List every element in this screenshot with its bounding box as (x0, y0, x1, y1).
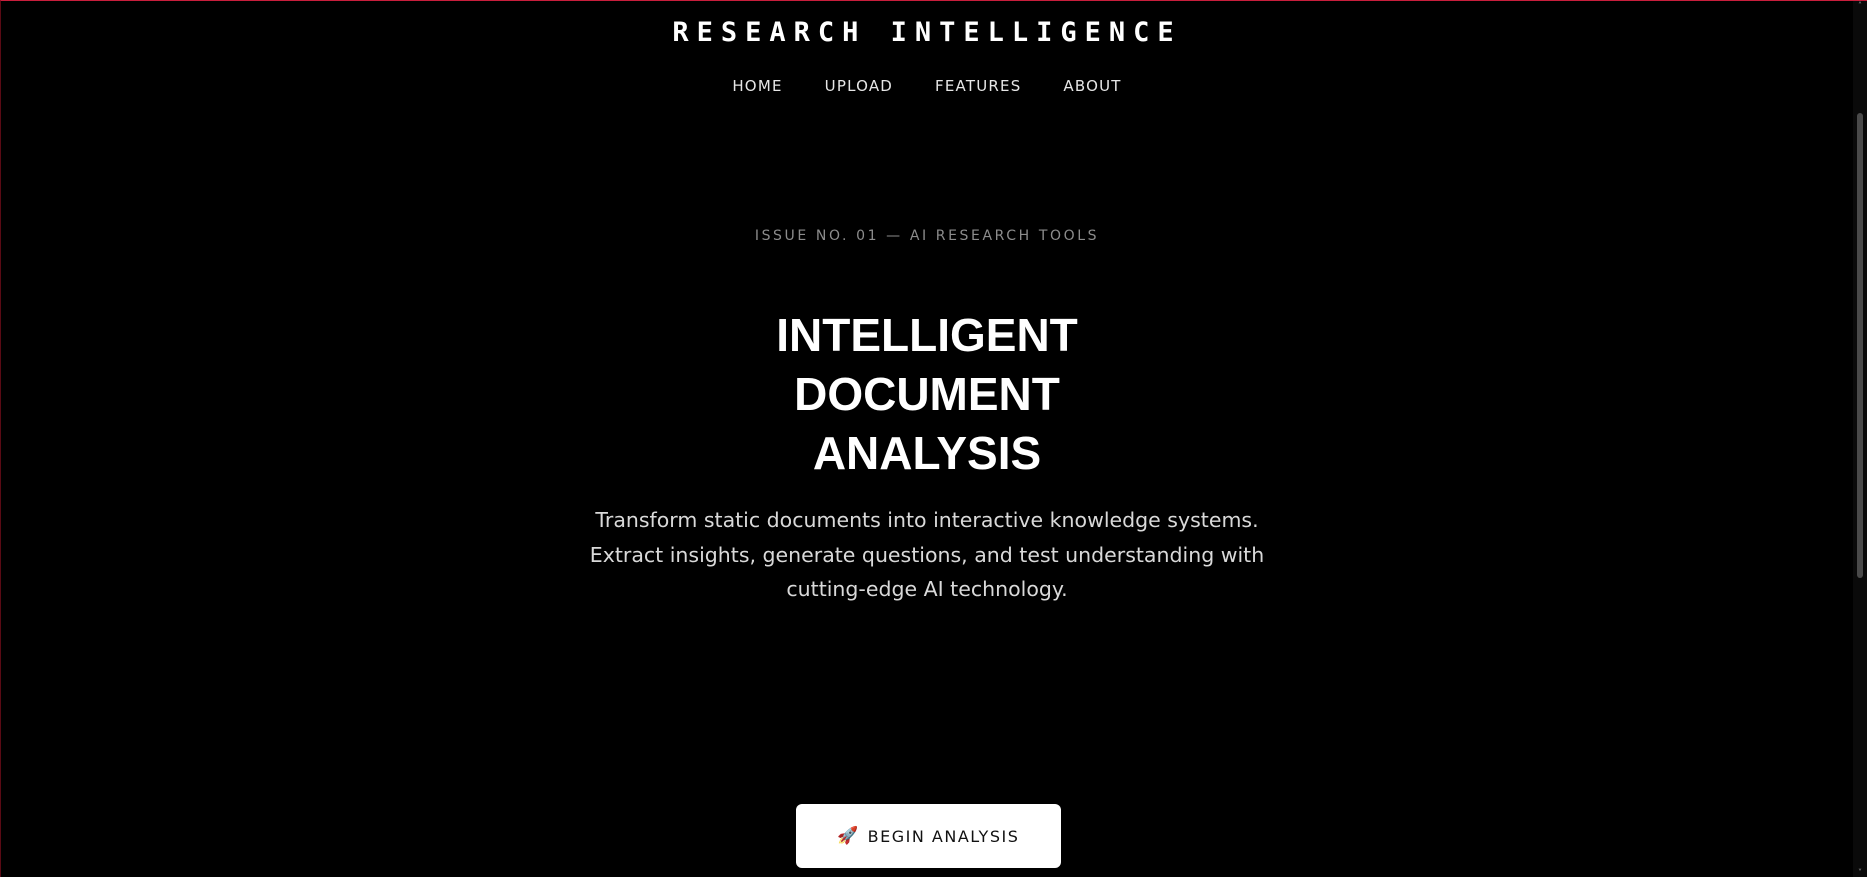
headline-line-2: DOCUMENT (794, 368, 1060, 420)
begin-analysis-label: BEGIN ANALYSIS (867, 826, 1020, 846)
begin-analysis-button[interactable]: 🚀 BEGIN ANALYSIS (796, 804, 1061, 868)
nav-item-upload[interactable]: UPLOAD (825, 77, 893, 95)
rocket-icon: 🚀 (837, 826, 859, 845)
nav-item-home[interactable]: HOME (732, 77, 782, 95)
nav-item-about[interactable]: ABOUT (1063, 77, 1121, 95)
issue-label: ISSUE NO. 01 — AI RESEARCH TOOLS (754, 228, 1100, 244)
scroll-up-icon[interactable]: ˄ (1853, 1, 1867, 11)
headline-line-3: ANALYSIS (812, 427, 1042, 479)
scroll-down-icon[interactable]: ˅ (1853, 868, 1867, 877)
hero-headline: INTELLIGENT DOCUMENT ANALYSIS (1, 306, 1853, 483)
vertical-scrollbar[interactable]: ˄ ˅ (1853, 1, 1867, 877)
page-frame: RESEARCH INTELLIGENCE HOME UPLOAD FEATUR… (0, 0, 1867, 877)
nav-item-features[interactable]: FEATURES (935, 77, 1021, 95)
scrollbar-thumb[interactable] (1857, 113, 1863, 578)
headline-line-1: INTELLIGENT (776, 309, 1078, 361)
hero-subtext: Transform static documents into interact… (589, 508, 1265, 601)
main-nav: HOME UPLOAD FEATURES ABOUT (1, 77, 1853, 95)
brand-title[interactable]: RESEARCH INTELLIGENCE (1, 17, 1853, 48)
